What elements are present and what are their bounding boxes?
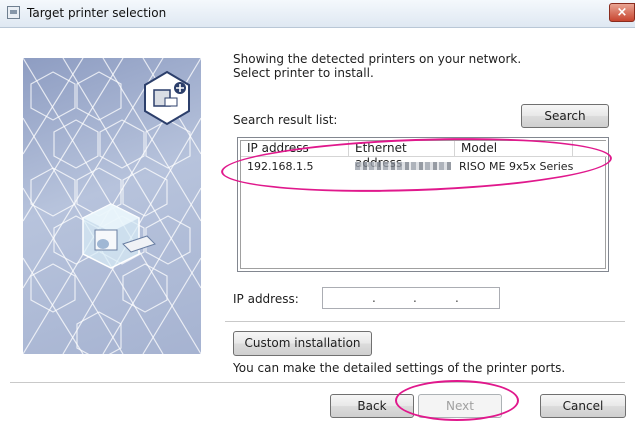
instruction-line-1: Showing the detected printers on your ne… xyxy=(233,52,522,66)
title-bar: Target printer selection × xyxy=(0,0,635,28)
custom-installation-button[interactable]: Custom installation xyxy=(233,331,372,356)
hexagon-pattern xyxy=(23,58,201,354)
printer-add-icon xyxy=(144,70,190,126)
redacted-ethernet-address xyxy=(355,162,451,170)
column-header-filler xyxy=(573,141,607,157)
column-header-ip[interactable]: IP address xyxy=(241,141,349,157)
instructions: Showing the detected printers on your ne… xyxy=(233,52,521,80)
footer-divider xyxy=(10,382,625,383)
ip-separator-2: . xyxy=(413,291,417,305)
window-title: Target printer selection xyxy=(27,6,167,20)
cell-ip: 192.168.1.5 xyxy=(247,160,314,173)
search-button[interactable]: Search xyxy=(521,104,609,128)
side-illustration xyxy=(23,58,201,354)
ip-address-input[interactable]: . . . xyxy=(322,287,500,309)
back-button[interactable]: Back xyxy=(330,394,414,418)
column-header-model[interactable]: Model xyxy=(455,141,573,157)
window-icon xyxy=(7,6,20,19)
search-result-list[interactable]: IP address Ethernet address Model 192.16… xyxy=(237,137,609,272)
custom-installation-note: You can make the detailed settings of th… xyxy=(233,361,566,375)
ip-address-label: IP address: xyxy=(233,292,299,306)
next-button[interactable]: Next xyxy=(418,394,502,418)
search-result-label: Search result list: xyxy=(233,113,338,127)
column-header-ethernet[interactable]: Ethernet address xyxy=(349,141,455,170)
section-divider xyxy=(225,321,625,322)
cell-ethernet-redacted xyxy=(349,159,455,174)
instruction-line-2: Select printer to install. xyxy=(233,66,374,80)
list-viewport: IP address Ethernet address Model 192.16… xyxy=(240,140,607,269)
close-button[interactable]: × xyxy=(609,3,635,22)
cell-model: RISO ME 9x5x Series xyxy=(459,160,574,173)
ip-separator-3: . xyxy=(455,291,459,305)
ip-separator-1: . xyxy=(372,291,376,305)
cancel-button[interactable]: Cancel xyxy=(540,394,626,418)
